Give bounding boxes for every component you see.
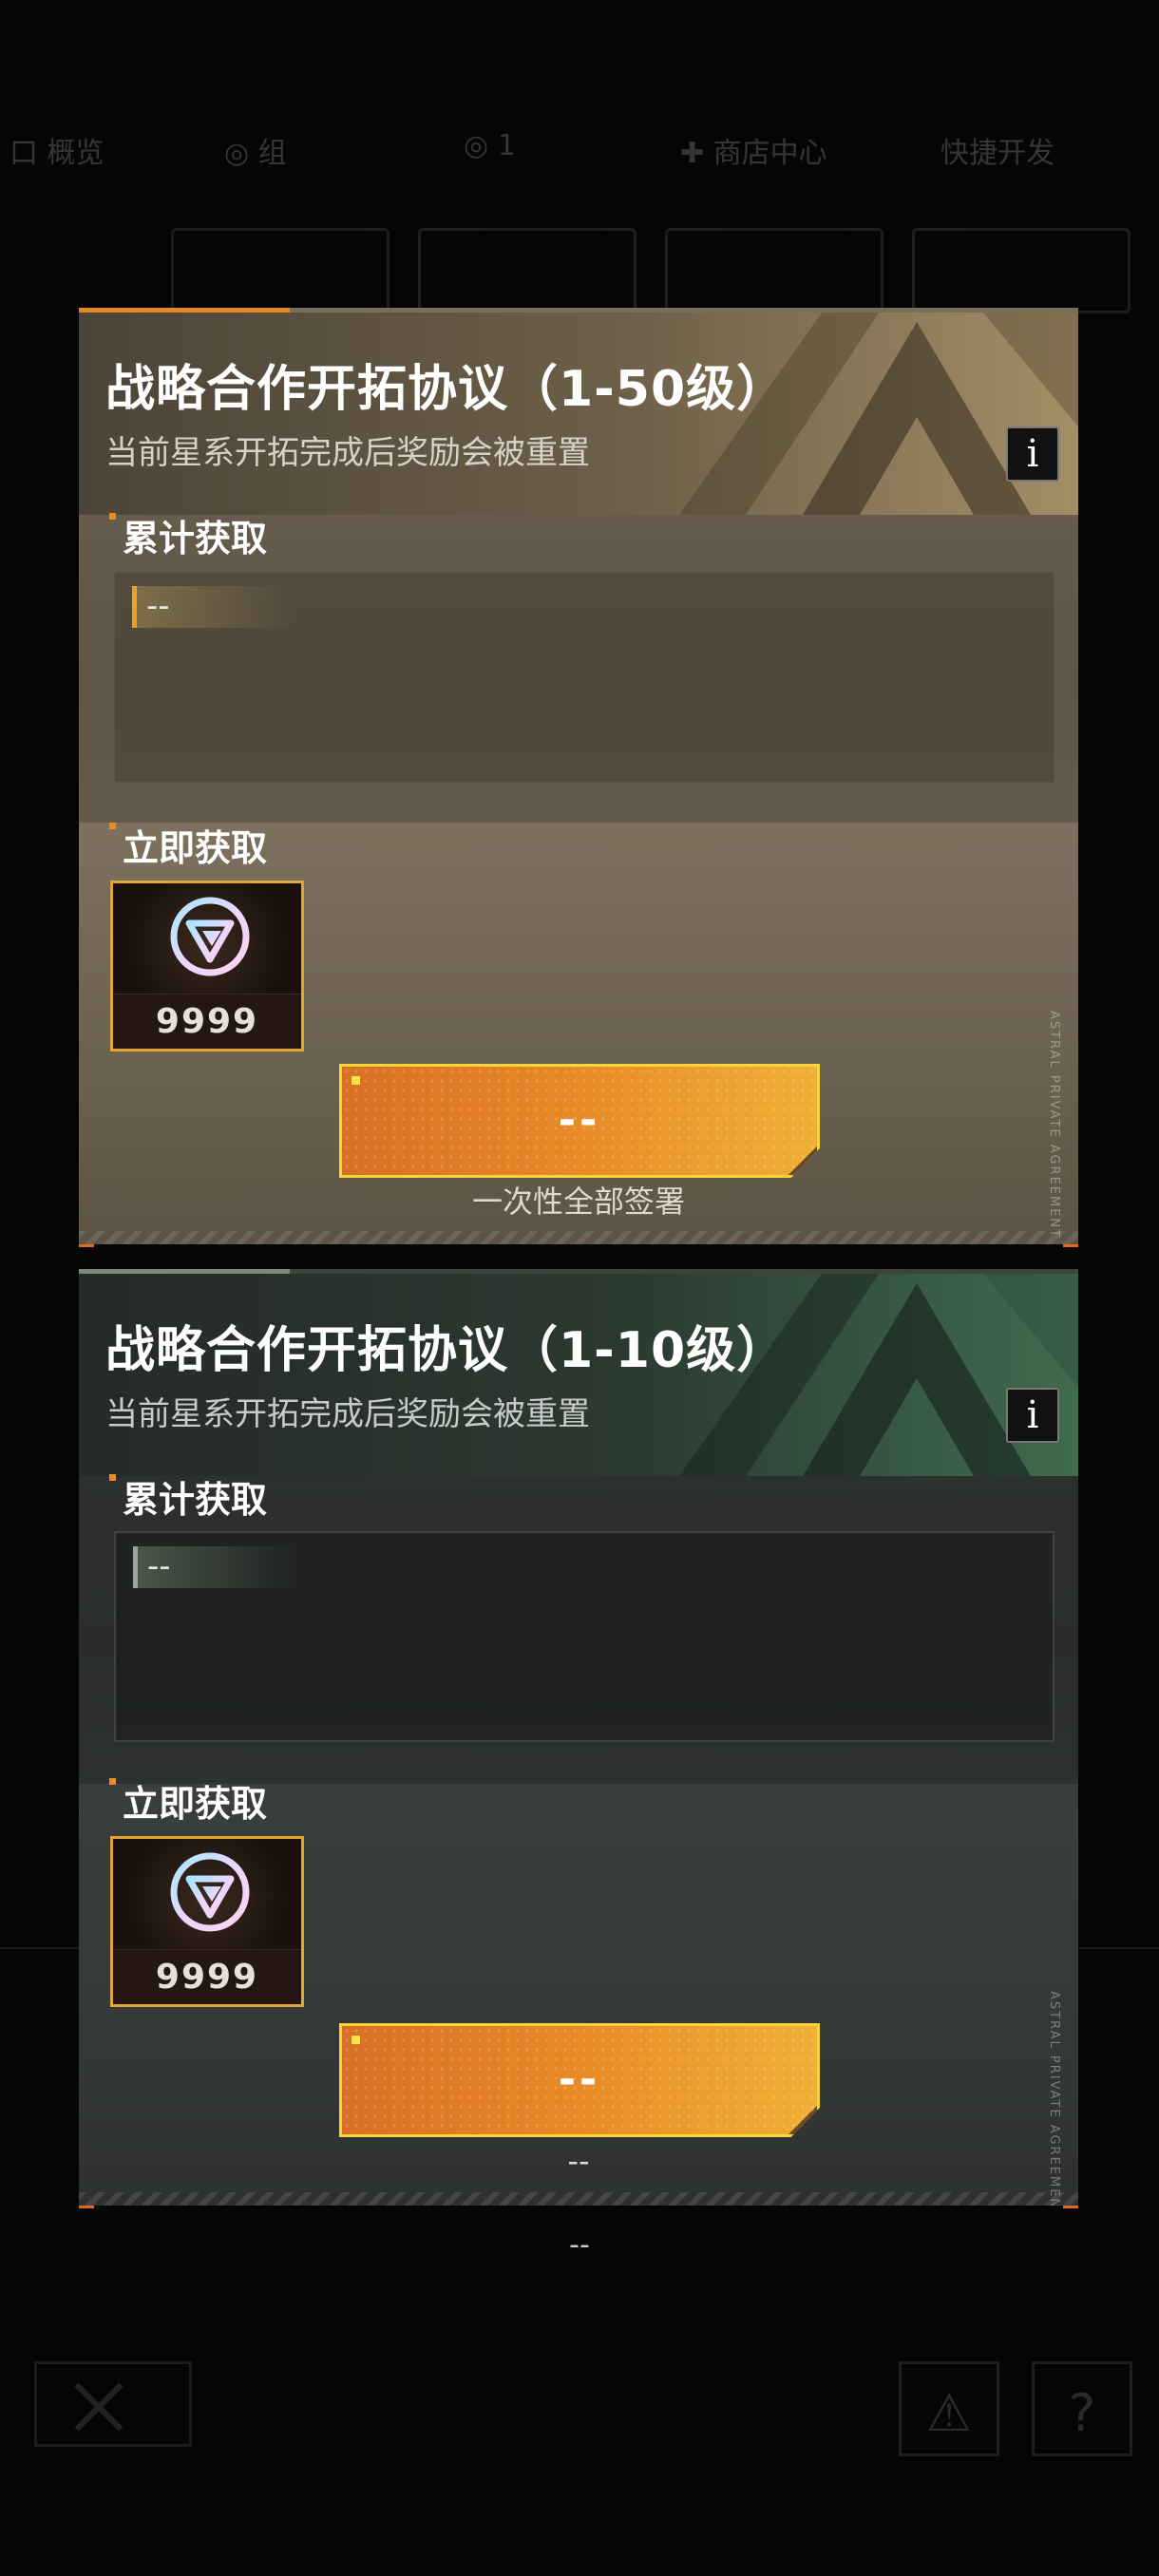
- instant-label: 立即获取: [108, 819, 267, 871]
- triangle-emblem-icon: [170, 897, 250, 976]
- triangle-emblem-icon: [170, 1852, 250, 1932]
- panel-edge-marks: [79, 2206, 1078, 2209]
- accumulated-value: --: [132, 586, 294, 628]
- panel-subtitle: 当前星系开拓完成后奖励会被重置: [105, 434, 590, 472]
- panel-bottom-stripe: [79, 1231, 1078, 1244]
- sign-button-note: 一次性全部签署: [471, 1184, 685, 1220]
- help-icon: ?: [1068, 2383, 1096, 2443]
- watermark-text: ASTRAL PRIVATE AGREEMENT: [1047, 1011, 1061, 1240]
- background-tab: ✚ 商店中心: [680, 137, 827, 170]
- background-tiles: [171, 228, 1130, 313]
- panel-subtitle: 当前星系开拓完成后奖励会被重置: [105, 1395, 590, 1433]
- panel-header: 战略合作开拓协议（1-10级） 当前星系开拓完成后奖励会被重置 i: [79, 1274, 1078, 1476]
- reward-item-card[interactable]: 9999: [110, 1836, 304, 2007]
- reward-icon-area: [113, 883, 301, 994]
- agreement-panel-level-1-10: 战略合作开拓协议（1-10级） 当前星系开拓完成后奖励会被重置 i 累计获取 -…: [79, 1269, 1078, 2206]
- reward-count: 9999: [113, 1949, 301, 2004]
- info-button[interactable]: i: [1006, 426, 1059, 482]
- sign-button-note: --: [567, 2143, 590, 2179]
- info-button[interactable]: i: [1006, 1388, 1059, 1443]
- background-tab: ◎ 1: [464, 129, 516, 162]
- warning-button[interactable]: ⚠: [899, 2361, 999, 2456]
- help-button[interactable]: ?: [1032, 2361, 1132, 2456]
- instant-label: 立即获取: [108, 1774, 267, 1827]
- sign-all-button[interactable]: --: [339, 1064, 820, 1178]
- background-tab: ◎ 组: [224, 137, 287, 170]
- warning-icon: ⚠: [925, 2383, 973, 2443]
- background-top-tabs: 口 概览 ◎ 组 ◎ 1 ✚ 商店中心 快捷开发: [0, 114, 1159, 190]
- watermark-text: ASTRAL PRIVATE AGREEMENT: [1047, 1991, 1061, 2206]
- reward-item-card[interactable]: 9999: [110, 881, 304, 1051]
- accumulated-rewards-box: --: [114, 572, 1054, 783]
- sign-button-label: --: [558, 1096, 601, 1145]
- accumulated-label: 累计获取: [108, 1470, 267, 1523]
- accumulated-value: --: [133, 1546, 294, 1588]
- panel-title: 战略合作开拓协议（1-10级）: [105, 1322, 788, 1379]
- reward-icon-area: [113, 1839, 301, 1949]
- close-button[interactable]: [34, 2361, 192, 2447]
- background-tab: 快捷开发: [940, 137, 1054, 170]
- accumulated-rewards-box: --: [114, 1531, 1054, 1742]
- panel-header: 战略合作开拓协议（1-50级） 当前星系开拓完成后奖励会被重置 i: [79, 313, 1078, 515]
- panel-bottom-stripe: [79, 2192, 1078, 2206]
- sign-all-button[interactable]: --: [339, 2023, 820, 2137]
- panel-edge-marks: [79, 1244, 1078, 1248]
- background-tab: 口 概览: [10, 137, 104, 170]
- agreement-panel-level-1-50: 战略合作开拓协议（1-50级） 当前星系开拓完成后奖励会被重置 i 累计获取 -…: [79, 308, 1078, 1244]
- accumulated-label: 累计获取: [108, 509, 267, 561]
- sign-button-label: --: [558, 2055, 601, 2104]
- reward-count: 9999: [113, 994, 301, 1049]
- footer-text: --: [569, 2228, 590, 2262]
- panel-title: 战略合作开拓协议（1-50级）: [105, 361, 788, 418]
